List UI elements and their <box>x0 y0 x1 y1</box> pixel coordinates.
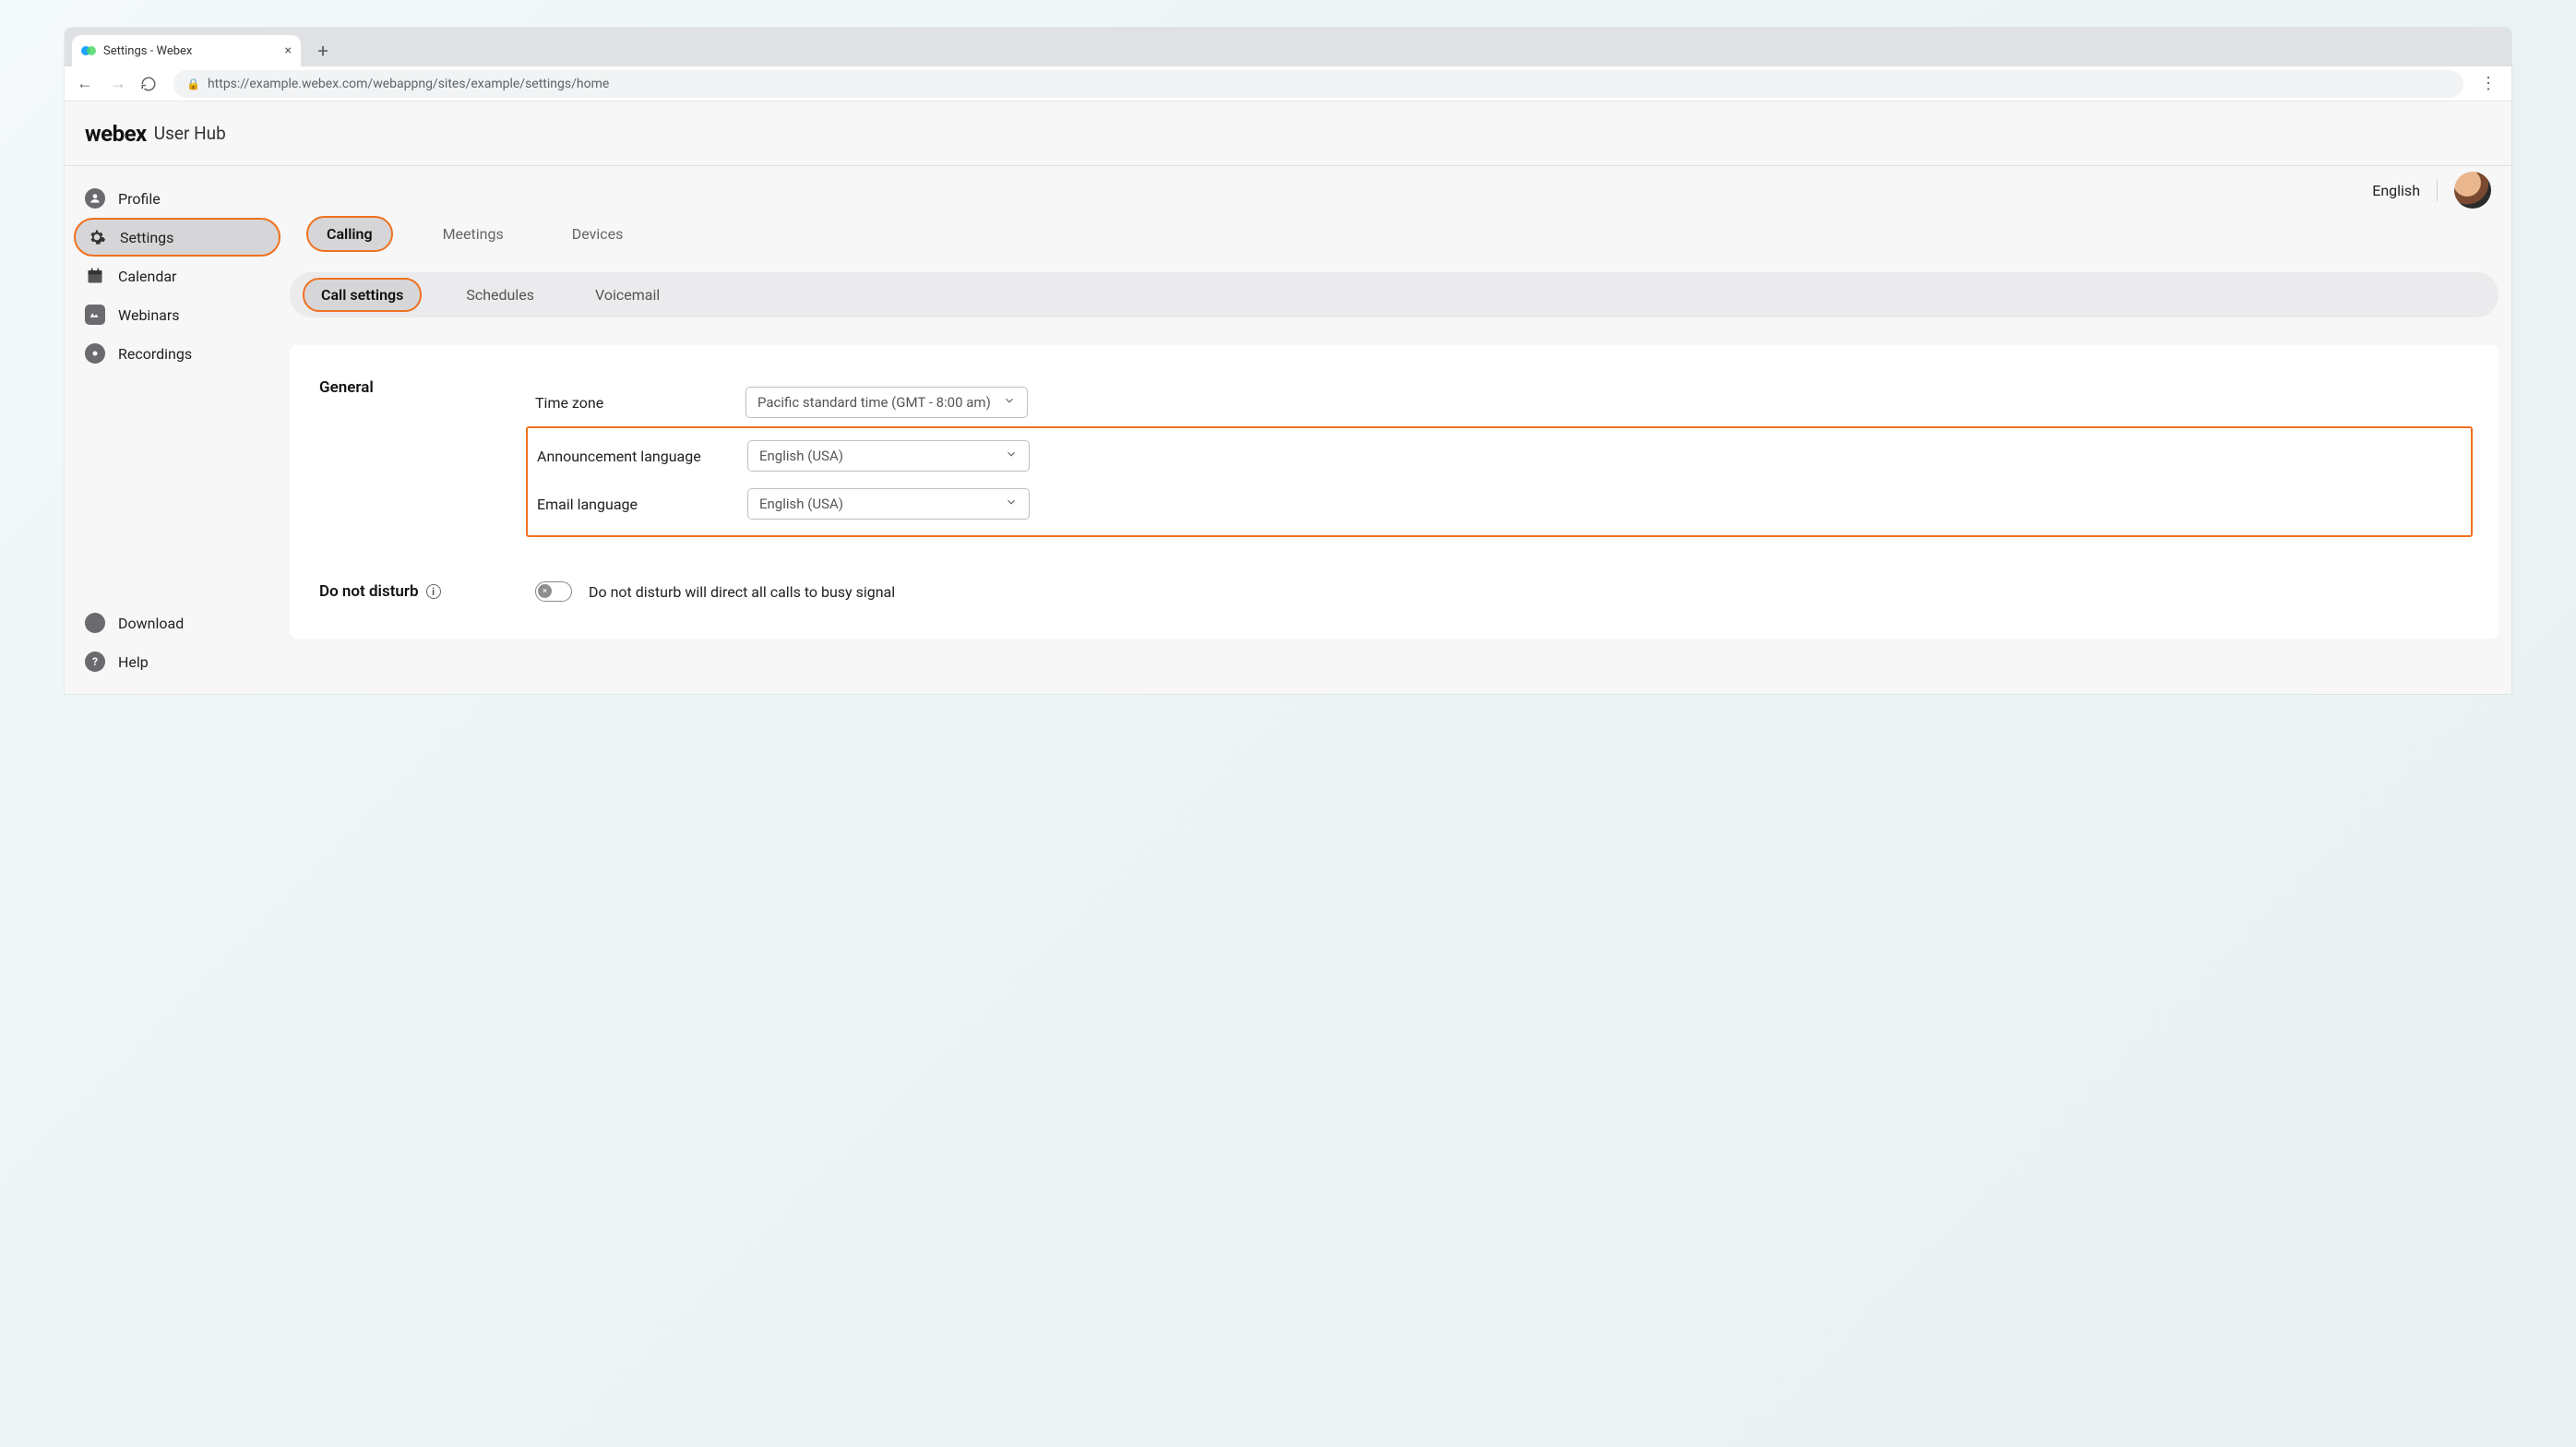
profile-icon <box>85 188 105 209</box>
email-language-select[interactable]: English (USA) <box>747 488 1030 520</box>
secondary-tabs: Call settings Schedules Voicemail <box>290 272 2498 317</box>
brand-name: webex <box>85 121 147 147</box>
webex-favicon <box>81 43 96 58</box>
sidebar-item-label: Recordings <box>118 345 192 363</box>
header-right: English <box>2372 172 2491 209</box>
tab-calling[interactable]: Calling <box>306 216 393 252</box>
announcement-language-select[interactable]: English (USA) <box>747 440 1030 472</box>
new-tab-button[interactable]: + <box>310 38 336 64</box>
app-page: webex User Hub Profile Settings <box>65 102 2511 694</box>
announcement-language-label: Announcement language <box>537 448 747 465</box>
back-button[interactable]: ← <box>74 74 96 93</box>
sidebar-item-label: Webinars <box>118 306 180 324</box>
browser-toolbar: ← → 🔒 https://example.webex.com/webappng… <box>65 66 2511 102</box>
chevron-down-icon <box>1005 448 1018 464</box>
language-highlight-box: Announcement language English (USA) Emai… <box>526 426 2473 537</box>
browser-tab-strip: Settings - Webex × + <box>65 28 2511 66</box>
sidebar: Profile Settings Calendar <box>65 166 290 694</box>
recordings-icon <box>85 343 105 364</box>
sidebar-item-recordings[interactable]: Recordings <box>74 334 280 373</box>
subtab-voicemail[interactable]: Voicemail <box>578 280 676 310</box>
divider <box>2437 179 2438 201</box>
dnd-title: Do not disturb i <box>319 581 535 602</box>
sidebar-item-download[interactable]: Download <box>74 604 280 642</box>
language-selector[interactable]: English <box>2372 182 2420 199</box>
sidebar-item-label: Settings <box>120 229 173 246</box>
general-card: General Time zone Pacific standard time … <box>290 345 2498 639</box>
dnd-section: Do not disturb i × Do not disturb will d… <box>319 581 2473 602</box>
browser-menu-icon[interactable]: ⋮ <box>2475 74 2502 93</box>
dnd-toggle[interactable]: × <box>535 581 572 602</box>
chevron-down-icon <box>1003 394 1016 411</box>
address-bar[interactable]: 🔒 https://example.webex.com/webappng/sit… <box>173 70 2463 98</box>
app-header: webex User Hub <box>65 102 2511 166</box>
section-title-general: General <box>319 378 535 537</box>
dnd-description: Do not disturb will direct all calls to … <box>589 583 895 601</box>
user-avatar[interactable] <box>2454 172 2491 209</box>
webinars-icon <box>85 305 105 325</box>
time-zone-value: Pacific standard time (GMT - 8:00 am) <box>757 394 991 411</box>
sidebar-item-label: Profile <box>118 190 161 208</box>
primary-tabs: Calling Meetings Devices <box>290 216 2498 252</box>
email-language-label: Email language <box>537 496 747 513</box>
info-icon[interactable]: i <box>426 584 441 599</box>
subtab-schedules[interactable]: Schedules <box>449 280 551 310</box>
sidebar-item-webinars[interactable]: Webinars <box>74 295 280 334</box>
announcement-language-value: English (USA) <box>759 448 843 464</box>
main-content: English Calling Meetings Devices Call se… <box>290 166 2511 694</box>
sidebar-item-profile[interactable]: Profile <box>74 179 280 218</box>
sidebar-item-label: Calendar <box>118 268 176 285</box>
announcement-language-row: Announcement language English (USA) <box>537 432 2471 480</box>
reload-button[interactable] <box>140 76 162 92</box>
time-zone-label: Time zone <box>535 394 745 412</box>
calendar-icon <box>85 266 105 286</box>
sidebar-item-settings[interactable]: Settings <box>74 218 280 257</box>
chevron-down-icon <box>1005 496 1018 512</box>
sidebar-item-help[interactable]: ? Help <box>74 642 280 681</box>
email-language-value: English (USA) <box>759 496 843 512</box>
download-icon <box>85 613 105 633</box>
browser-tab[interactable]: Settings - Webex × <box>72 35 301 66</box>
tab-meetings[interactable]: Meetings <box>424 218 522 250</box>
tab-title: Settings - Webex <box>103 44 278 58</box>
time-zone-select[interactable]: Pacific standard time (GMT - 8:00 am) <box>745 387 1028 418</box>
forward-button[interactable]: → <box>107 74 129 93</box>
toggle-knob: × <box>538 584 552 598</box>
dnd-title-text: Do not disturb <box>319 582 419 601</box>
product-name: User Hub <box>154 123 226 144</box>
email-language-row: Email language English (USA) <box>537 480 2471 528</box>
sidebar-item-calendar[interactable]: Calendar <box>74 257 280 295</box>
sidebar-item-label: Download <box>118 615 184 632</box>
help-icon: ? <box>85 652 105 672</box>
time-zone-row: Time zone Pacific standard time (GMT - 8… <box>535 378 2473 426</box>
browser-window: Settings - Webex × + ← → 🔒 https://examp… <box>65 28 2511 694</box>
url-text: https://example.webex.com/webappng/sites… <box>208 77 609 91</box>
sidebar-item-label: Help <box>118 653 149 671</box>
lock-icon: 🔒 <box>186 78 200 90</box>
gear-icon <box>87 227 107 247</box>
tab-devices[interactable]: Devices <box>554 218 642 250</box>
subtab-call-settings[interactable]: Call settings <box>303 278 422 312</box>
close-tab-icon[interactable]: × <box>285 43 292 58</box>
